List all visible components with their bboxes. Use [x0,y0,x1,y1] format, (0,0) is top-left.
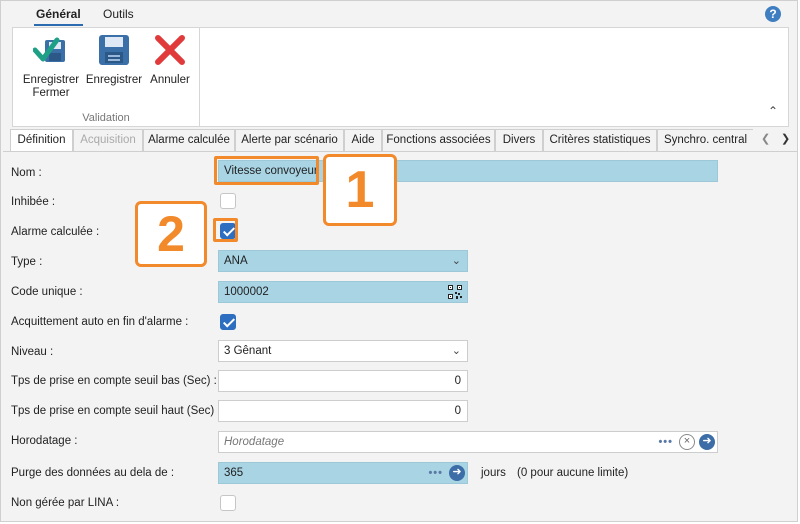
save-close-label: Enregistrer Fermer [22,74,80,99]
tab-aide[interactable]: Aide [344,129,382,151]
arrow-right-icon[interactable]: ➜ [699,434,715,450]
ribbon-tab-general[interactable]: Général [34,7,83,26]
tab-scroll-right-icon[interactable]: ❯ [781,132,790,145]
ribbon: Enregistrer Fermer Enregistrer Annuler V… [12,27,789,127]
type-select[interactable]: ANA ⌄ [218,250,468,272]
code-unique-label: Code unique : [11,286,83,298]
more-icon[interactable]: ••• [658,432,673,452]
collapse-ribbon-icon[interactable]: ⌃ [768,104,778,118]
tab-alerte-par-scenario[interactable]: Alerte par scénario [235,129,344,151]
niveau-label: Niveau : [11,346,54,358]
save-close-button[interactable]: Enregistrer Fermer [21,32,81,100]
tab-synchro-central[interactable]: Synchro. central [657,129,753,151]
chevron-down-icon: ⌄ [451,345,461,357]
more-icon[interactable]: ••• [428,463,443,483]
purge-label: Purge des données au dela de : [11,467,175,479]
tab-divers[interactable]: Divers [495,129,543,151]
lina-label: Non gérée par LINA : [11,497,120,509]
ribbon-tab-outils[interactable]: Outils [103,7,134,21]
horodatage-input[interactable]: Horodatage ••• × ➜ [218,431,718,453]
callout-2-highlight [213,218,238,242]
save-icon [99,35,129,65]
tab-acquisition[interactable]: Acquisition [73,129,143,151]
purge-value: 365 [224,467,244,479]
type-value: ANA [224,255,248,267]
callout-1: 1 [323,154,397,226]
cancel-button[interactable]: Annuler [147,32,193,87]
niveau-value: 3 Gênant [224,345,272,357]
alarme-calculee-label: Alarme calculée : [11,226,100,238]
lina-checkbox[interactable] [220,495,236,511]
cancel-icon [155,35,185,65]
chevron-down-icon: ⌄ [451,255,461,267]
cancel-label: Annuler [150,74,190,86]
tab-criteres-statistiques[interactable]: Critères statistiques [543,129,657,151]
tab-fonctions-associees[interactable]: Fonctions associées [382,129,495,151]
ribbon-divider [199,28,200,126]
tps-seuil-bas-input[interactable]: 0 [218,370,468,392]
save-button[interactable]: Enregistrer [85,32,143,87]
niveau-select[interactable]: 3 Gênant ⌄ [218,340,468,362]
callout-1-highlight [214,156,319,185]
help-icon[interactable]: ? [765,6,781,22]
type-label: Type : [11,256,43,268]
code-unique-value: 1000002 [224,286,269,298]
acquittement-label: Acquittement auto en fin d'alarme : [11,316,189,328]
qr-code-icon[interactable] [447,284,463,300]
purge-note: (0 pour aucune limite) [517,467,629,479]
clear-icon[interactable]: × [679,434,695,450]
horodatage-label: Horodatage : [11,435,78,447]
save-label: Enregistrer [85,74,143,86]
inhibee-label: Inhibée : [11,196,56,208]
acquittement-checkbox[interactable] [220,314,236,330]
tab-scroll-left-icon[interactable]: ❮ [761,132,770,145]
code-unique-input[interactable]: 1000002 [218,281,468,303]
save-close-icon [33,37,65,62]
definition-panel: Nom : Vitesse convoyeur Inhibée : Alarme… [3,151,797,521]
tps-seuil-haut-input[interactable]: 0 [218,400,468,422]
inhibee-checkbox[interactable] [220,193,236,209]
tps-seuil-haut-label: Tps de prise en compte seuil haut (Sec) … [11,405,221,417]
purge-input[interactable]: 365 ••• ➜ [218,462,468,484]
tps-seuil-bas-label: Tps de prise en compte seuil bas (Sec) : [11,375,217,387]
purge-unit: jours [481,467,506,479]
tab-definition[interactable]: Définition [10,129,73,152]
nom-label: Nom : [11,167,42,179]
arrow-right-icon[interactable]: ➜ [449,465,465,481]
horodatage-placeholder: Horodatage [224,436,285,448]
ribbon-group-label: Validation [82,112,130,124]
tab-alarme-calculee[interactable]: Alarme calculée [143,129,235,151]
window: Général Outils ? Enregistrer Fermer Enre… [0,0,798,522]
callout-2: 2 [135,201,207,267]
